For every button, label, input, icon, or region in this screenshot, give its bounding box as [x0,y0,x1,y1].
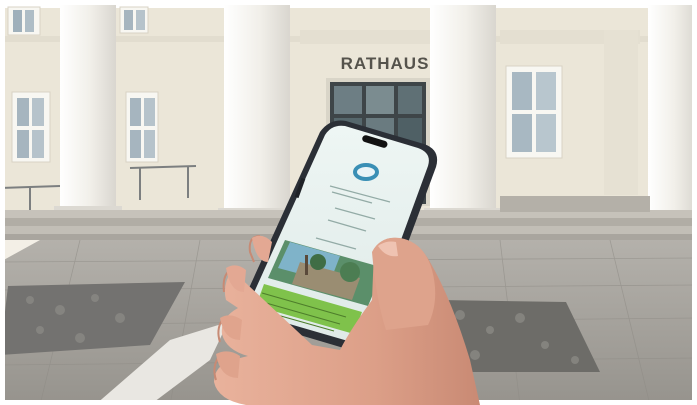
column-3 [424,0,502,218]
photo-scene: RATHAUS [0,0,697,405]
window-right [505,65,563,159]
window-top-mid [119,6,149,34]
window-top-left [7,6,41,36]
building-sign: RATHAUS [340,54,430,73]
column-1 [54,0,122,216]
window-left [11,91,51,163]
column-4 [648,0,697,214]
window-mid [125,91,159,163]
column-2 [218,0,296,218]
